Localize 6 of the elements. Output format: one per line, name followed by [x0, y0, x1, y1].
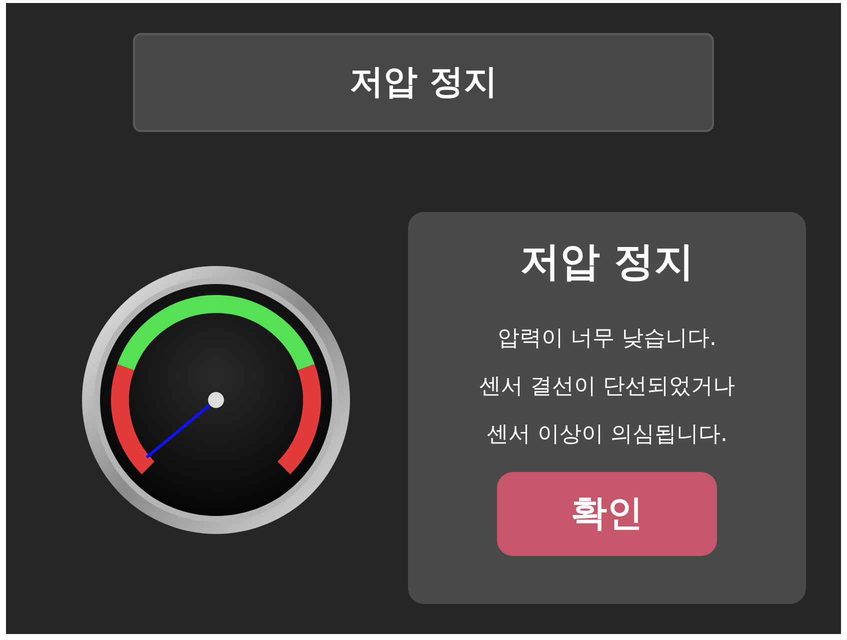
dialog-message: 압력이 너무 낮습니다. [498, 325, 716, 353]
dialog-message: 센서 결선이 단선되었거나 [479, 373, 735, 401]
dialog-message: 센서 이상이 의심됩니다. [486, 421, 728, 449]
dialog-title: 저압 정지 [520, 238, 694, 287]
confirm-button[interactable]: 확인 [497, 472, 717, 556]
header-title: 저압 정지 [350, 61, 498, 104]
